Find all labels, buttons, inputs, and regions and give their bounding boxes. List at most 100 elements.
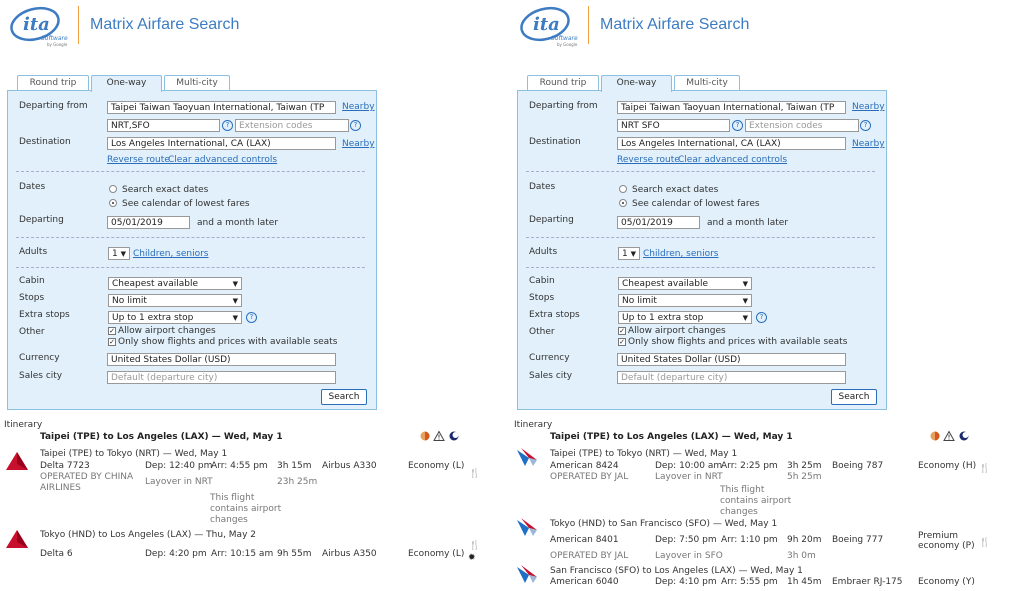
destination-input[interactable]: Los Angeles International, CA (LAX) xyxy=(617,137,846,150)
tab-multi-city[interactable]: Multi-city xyxy=(674,75,740,91)
route-codes-input[interactable]: NRT SFO xyxy=(617,119,730,132)
origin-input[interactable]: Taipei Taiwan Taoyuan International, Tai… xyxy=(107,101,336,114)
route-codes-help-icon[interactable]: ? xyxy=(732,120,743,131)
itinerary-label: Itinerary xyxy=(514,420,553,430)
airport-change-note: This flight xyxy=(210,493,255,503)
section-divider xyxy=(16,267,365,268)
segment-route: San Francisco (SFO) to Los Angeles (LAX)… xyxy=(550,566,803,576)
segment-duration: 9h 20m xyxy=(787,535,822,545)
extra-stops-value: Up to 1 extra stop xyxy=(622,313,704,323)
destination-label: Destination xyxy=(529,137,581,147)
extra-stops-select[interactable]: Up to 1 extra stop ▼ xyxy=(108,311,242,324)
route-codes-help-icon[interactable]: ? xyxy=(222,120,233,131)
ita-software-logo: ita Software by Google xyxy=(520,6,578,47)
search-exact-dates-radio[interactable] xyxy=(109,185,117,193)
destination-input[interactable]: Los Angeles International, CA (LAX) xyxy=(107,137,336,150)
segment-duration: 3h 25m xyxy=(787,461,822,471)
children-seniors-link[interactable]: Children, seniors xyxy=(133,249,209,259)
clear-advanced-link[interactable]: Clear advanced controls xyxy=(678,155,787,165)
route-codes-input[interactable]: NRT,SFO xyxy=(107,119,220,132)
segment-aircraft: Boeing 787 xyxy=(832,461,884,471)
destination-nearby-link[interactable]: Nearby xyxy=(342,139,375,149)
allow-airport-changes-checkbox[interactable]: ✓ xyxy=(108,327,116,335)
sales-city-input[interactable]: Default (departure city) xyxy=(107,371,336,384)
stops-label: Stops xyxy=(529,293,555,303)
search-form-panel: Departing from Taipei Taiwan Taoyuan Int… xyxy=(7,90,377,410)
segment-cabin: Premium xyxy=(918,531,959,541)
see-calendar-radio[interactable] xyxy=(109,199,117,207)
tab-round-trip[interactable]: Round trip xyxy=(527,75,599,91)
allow-airport-changes-checkbox[interactable]: ✓ xyxy=(618,327,626,335)
airport-change-note: changes xyxy=(210,515,248,525)
section-divider xyxy=(526,171,875,172)
sales-city-input[interactable]: Default (departure city) xyxy=(617,371,846,384)
extension-codes-help-icon[interactable]: ? xyxy=(860,120,871,131)
reverse-route-link[interactable]: Reverse route xyxy=(617,155,680,165)
segment-cabin: Economy (H) xyxy=(918,461,977,471)
departing-date-input[interactable]: 05/01/2019 xyxy=(617,216,700,229)
section-divider xyxy=(16,171,365,172)
segment-arrival: Arr: 5:55 pm xyxy=(721,577,778,587)
segment-departure: Dep: 4:10 pm xyxy=(655,577,717,587)
stops-select[interactable]: No limit ▼ xyxy=(108,294,242,307)
only-available-checkbox[interactable]: ✓ xyxy=(108,338,116,346)
clear-advanced-link[interactable]: Clear advanced controls xyxy=(168,155,277,165)
only-available-label: Only show flights and prices with availa… xyxy=(118,337,338,347)
destination-nearby-link[interactable]: Nearby xyxy=(852,139,885,149)
children-seniors-link[interactable]: Children, seniors xyxy=(643,249,719,259)
origin-nearby-link[interactable]: Nearby xyxy=(852,102,885,112)
extra-stops-help-icon[interactable]: ? xyxy=(246,312,257,323)
chevron-down-icon: ▼ xyxy=(120,250,126,258)
app-title: Matrix Airfare Search xyxy=(600,16,750,33)
airport-change-note: contains airport xyxy=(210,504,282,514)
adults-label: Adults xyxy=(529,247,558,257)
extra-stops-select[interactable]: Up to 1 extra stop ▼ xyxy=(618,311,752,324)
tab-one-way[interactable]: One-way xyxy=(601,75,672,92)
tab-one-way[interactable]: One-way xyxy=(91,75,162,92)
section-divider xyxy=(16,237,365,238)
departing-label: Departing xyxy=(529,215,574,225)
stops-select[interactable]: No limit ▼ xyxy=(618,294,752,307)
extension-codes-help-icon[interactable]: ? xyxy=(350,120,361,131)
see-calendar-radio[interactable] xyxy=(619,199,627,207)
cabin-select[interactable]: Cheapest available ▼ xyxy=(108,277,242,290)
segment-flight: Delta 7723 xyxy=(40,461,90,471)
layover-time: 3h 0m xyxy=(787,551,816,561)
extension-codes-input[interactable]: Extension codes xyxy=(745,119,859,132)
only-available-checkbox[interactable]: ✓ xyxy=(618,338,626,346)
itinerary-title: Taipei (TPE) to Los Angeles (LAX) — Wed,… xyxy=(550,432,793,442)
american-airlines-logo-icon xyxy=(517,565,537,583)
adults-label: Adults xyxy=(19,247,48,257)
delta-logo-icon xyxy=(6,452,28,470)
segment-arrival: Arr: 2:25 pm xyxy=(721,461,778,471)
extra-stops-help-icon[interactable]: ? xyxy=(756,312,767,323)
cabin-select[interactable]: Cheapest available ▼ xyxy=(618,277,752,290)
tab-multi-city[interactable]: Multi-city xyxy=(164,75,230,91)
search-button[interactable]: Search xyxy=(321,389,367,405)
currency-input[interactable]: United States Dollar (USD) xyxy=(617,353,846,366)
search-exact-dates-radio[interactable] xyxy=(619,185,627,193)
american-airlines-logo-icon xyxy=(517,448,537,466)
section-divider xyxy=(526,237,875,238)
origin-input[interactable]: Taipei Taiwan Taoyuan International, Tai… xyxy=(617,101,846,114)
tab-round-trip[interactable]: Round trip xyxy=(17,75,89,91)
extension-codes-input[interactable]: Extension codes xyxy=(235,119,349,132)
segment-cabin: economy (P) xyxy=(918,541,975,551)
adults-select[interactable]: 1 ▼ xyxy=(108,247,130,260)
segment-aircraft: Embraer RJ-175 xyxy=(832,577,903,587)
dates-label: Dates xyxy=(19,182,46,192)
airport-change-note: This flight xyxy=(720,485,765,495)
see-calendar-label: See calendar of lowest fares xyxy=(632,199,760,209)
overnight-icon xyxy=(449,431,459,441)
search-button[interactable]: Search xyxy=(831,389,877,405)
reverse-route-link[interactable]: Reverse route xyxy=(107,155,170,165)
currency-input[interactable]: United States Dollar (USD) xyxy=(107,353,336,366)
adults-select[interactable]: 1 ▼ xyxy=(618,247,640,260)
origin-nearby-link[interactable]: Nearby xyxy=(342,102,375,112)
segment-departure: Dep: 4:20 pm xyxy=(145,549,207,559)
departing-date-input[interactable]: 05/01/2019 xyxy=(107,216,190,229)
itinerary-label: Itinerary xyxy=(4,420,43,430)
segment-flight: American 8424 xyxy=(550,461,619,471)
month-later-label: and a month later xyxy=(707,218,789,228)
stops-value: No limit xyxy=(622,296,657,306)
